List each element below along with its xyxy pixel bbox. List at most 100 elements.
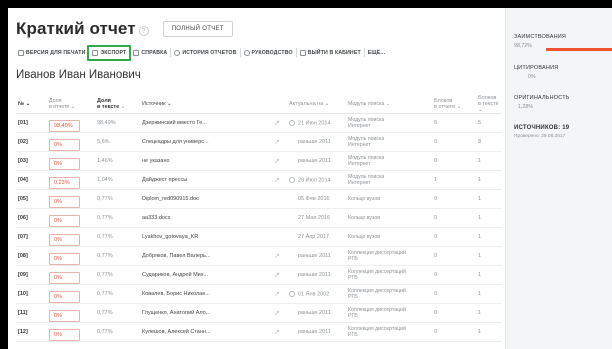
help-question-icon[interactable]: ? [138, 25, 149, 36]
row-actual-cell: раньше 2011 [289, 139, 348, 145]
report-history-button[interactable]: ИСТОРИЯ ОТЧЕТОВ [172, 46, 238, 59]
col-blocks-report-header[interactable]: Блоков в отчете ⌄ [432, 98, 476, 110]
borrowing-bar [546, 48, 612, 51]
table-row[interactable]: [12] 0% 0,77% Кулешов, Алексей Станн... ↗ ран… [16, 323, 502, 342]
col-actual-header[interactable]: Актуальна на ⌄ [289, 101, 348, 107]
row-number: [04] [18, 177, 28, 183]
col-blocks-text-header[interactable]: Блоков в тексте ⌄ [476, 95, 502, 113]
row-source[interactable]: Судариков, Андрей Мих... [142, 272, 274, 278]
help-button[interactable]: СПРАВКА [131, 46, 169, 59]
row-source[interactable]: не указано [142, 158, 274, 164]
link-icon[interactable]: ↗ [274, 139, 280, 146]
manual-button[interactable]: РУКОВОДСТВО [242, 46, 295, 59]
table-row[interactable]: [05] 0% 0,77% Diplom_red090915.doc 05 Фев 20… [16, 190, 502, 209]
row-share-badge[interactable]: 0% [49, 158, 80, 170]
row-blocks-text: 1 [478, 329, 482, 335]
row-link-cell: ↗ [274, 309, 289, 317]
row-actual-cell: раньше 2011 [289, 253, 348, 259]
row-source[interactable]: aa333.docx [142, 215, 274, 221]
col-module-header[interactable]: Модуль поиска ⌄ [348, 101, 432, 107]
table-row[interactable]: [10] 0% 0,77% Ковалев, Борис Николае... ↗ 01 … [16, 285, 502, 304]
report-history-label: ИСТОРИЯ ОТЧЕТОВ [182, 49, 237, 56]
table-row[interactable]: [04] 0,23% 1,04% Дайджест прессы ↗ 29 Июл 201… [16, 171, 502, 190]
borrowing-label: ЗАИМСТВОВАНИЯ [514, 34, 567, 40]
row-module-line-1: Кольцо вузов [348, 215, 380, 221]
link-icon[interactable]: ↗ [274, 177, 280, 184]
row-source[interactable]: Спецкадры для универс... [142, 139, 274, 145]
link-icon[interactable]: ↗ [274, 253, 280, 260]
question-icon [243, 49, 250, 56]
table-row[interactable]: [06] 0% 0,77% aa333.docx 27 Мая 2016 Кольцо в… [16, 209, 502, 228]
row-share-badge[interactable]: 0% [49, 291, 80, 303]
print-version-button[interactable]: ВЕРСИЯ ДЛЯ ПЕЧАТИ [16, 46, 87, 59]
row-source[interactable]: Глущенко, Анатолий Ало... [142, 310, 274, 316]
report-window: Краткий отчет ? полный отчет ВЕРСИЯ ДЛЯ … [8, 8, 612, 349]
printer-icon [18, 49, 24, 56]
row-share-cell: 0% [49, 304, 97, 322]
row-share-badge[interactable]: 0% [49, 215, 80, 227]
col-blocks-text-label-2: в тексте [478, 100, 499, 107]
row-source[interactable]: Кулешов, Алексей Станн... [142, 329, 274, 335]
row-share-cell: 0% [49, 209, 97, 227]
logout-cabinet-button[interactable]: ВЫЙТИ В КАБИНЕТ [298, 46, 363, 59]
report-main: Краткий отчет ? полный отчет ВЕРСИЯ ДЛЯ … [8, 8, 505, 349]
row-module-cell: Модуль поиска Интернет [348, 117, 432, 129]
link-icon[interactable]: ↗ [274, 272, 280, 279]
table-row[interactable]: [11] 0% 0,77% Глущенко, Анатолий Ало... ↗ ран… [16, 304, 502, 323]
link-icon[interactable]: ↗ [274, 291, 280, 298]
row-actual-cell: 21 Июн 2014 [289, 119, 348, 126]
row-module-cell: Коллекция диссертаций РГБ [348, 307, 432, 319]
toolbar: ВЕРСИЯ ДЛЯ ПЕЧАТИ ЭКСПОРТ СПРАВКА ИСТОРИ… [16, 44, 387, 61]
row-number: [08] [18, 253, 28, 259]
more-button[interactable]: ЕЩЁ... [366, 46, 387, 59]
col-share-header[interactable]: Доля в отчете ⌄ [49, 98, 97, 110]
row-source[interactable]: Дзержинский вместо Ге... [142, 120, 274, 126]
row-link-cell: ↗ [274, 157, 289, 165]
row-share-badge[interactable]: 0,23% [49, 177, 80, 189]
col-in-text-header[interactable]: Доля в тексте ⌄ [97, 98, 142, 110]
export-button[interactable]: ЭКСПОРТ [87, 44, 132, 61]
row-actual: 27 Апр 2017 [298, 234, 330, 240]
print-version-label: ВЕРСИЯ ДЛЯ ПЕЧАТИ [26, 49, 86, 56]
row-blocks-text: 1 [478, 215, 482, 221]
row-number: [11] [18, 310, 28, 316]
row-actual: 01 Янв 2002 [298, 291, 330, 298]
row-source[interactable]: Ковалев, Борис Николае... [142, 291, 274, 297]
row-actual: раньше 2011 [298, 139, 331, 145]
row-in-text: 98,49% [97, 120, 116, 126]
row-actual: раньше 2011 [298, 158, 331, 164]
col-share-label-2: в отчете [49, 103, 70, 110]
row-share-badge[interactable]: 0% [49, 196, 80, 208]
row-source[interactable]: Lyakhov_gotovaya_KR [142, 234, 274, 240]
full-report-button[interactable]: полный отчет [162, 21, 233, 37]
row-source[interactable]: Дайджест прессы [142, 177, 274, 183]
citing-block: ЦИТИРОВАНИЯ 0% [514, 65, 558, 80]
link-icon[interactable]: ↗ [274, 158, 280, 165]
row-share-badge[interactable]: 0% [49, 253, 80, 265]
row-share-cell: 0% [49, 285, 97, 303]
table-row[interactable]: [09] 0% 0,77% Судариков, Андрей Мих... ↗ рань… [16, 266, 502, 285]
table-row[interactable]: [08] 0% 0,77% Добряков, Павел Валерь... ↗ ран… [16, 247, 502, 266]
table-row[interactable]: [02] 0% 5,6% Спецкадры для универс... ↗ раньш… [16, 133, 502, 152]
row-share-badge[interactable]: 98,49% [49, 120, 80, 132]
row-share-badge[interactable]: 0% [49, 329, 80, 341]
link-icon[interactable]: ↗ [274, 329, 280, 336]
checked-date: Проверено: 29.08.2017 [514, 134, 566, 139]
table-row[interactable]: [07] 0% 0,77% Lyakhov_gotovaya_KR 27 Апр 201… [16, 228, 502, 247]
row-share-badge[interactable]: 0% [49, 139, 80, 151]
row-source[interactable]: Diplom_red090915.doc [142, 196, 274, 202]
table-row[interactable]: [03] 0% 1,46% не указано ↗ раньше 2011 Модуль … [16, 152, 502, 171]
col-source-header[interactable]: Источник ⌄ [142, 101, 274, 107]
row-share-badge[interactable]: 0% [49, 272, 80, 284]
row-share-badge[interactable]: 0% [49, 310, 80, 322]
row-share-badge[interactable]: 0% [49, 234, 80, 246]
col-num-header[interactable]: № ⌄ [16, 101, 49, 107]
export-icon [92, 49, 99, 56]
table-row[interactable]: [01] 98,49% 98,49% Дзержинский вместо Ге...… [16, 114, 502, 133]
link-icon[interactable]: ↗ [274, 310, 280, 317]
link-icon[interactable]: ↗ [274, 120, 280, 127]
summary-sidebar: ЗАИМСТВОВАНИЯ 98,72% ЦИТИРОВАНИЯ 0% ОРИГ… [505, 8, 612, 349]
row-source[interactable]: Добряков, Павел Валерь... [142, 253, 274, 259]
row-blocks-report: 0 [434, 253, 438, 259]
row-in-text: 0,77% [97, 291, 113, 297]
